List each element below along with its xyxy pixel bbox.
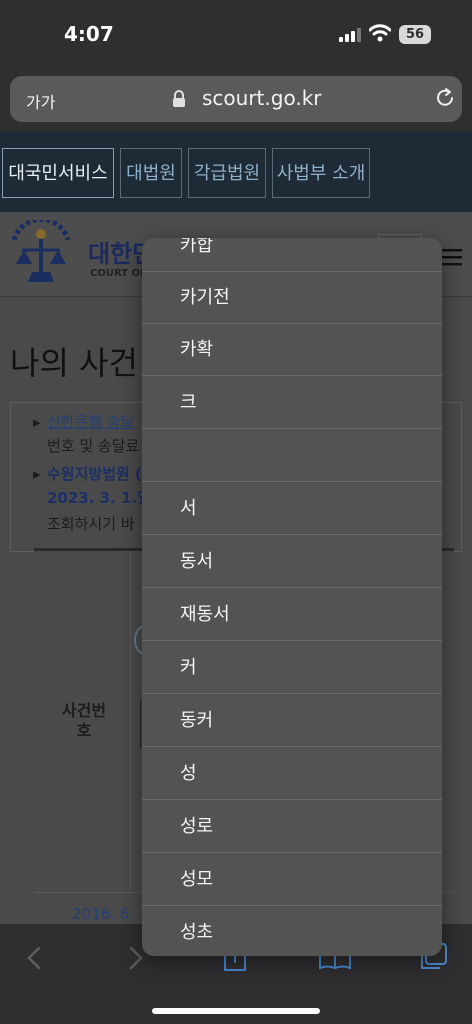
cellular-signal-icon [339, 28, 361, 42]
reload-icon[interactable] [434, 87, 456, 109]
picker-popup: 카합 카기전 카확 크 서 동서 재동서 커 동커 성 성로 성모 성초 [142, 238, 442, 956]
picker-option[interactable]: 성 [142, 748, 442, 800]
case-number-label: 사건번 호 [54, 701, 114, 741]
picker-option[interactable]: 카합 [142, 238, 442, 272]
address-bar[interactable]: 가가 scourt.go.kr [10, 76, 462, 122]
wifi-icon [369, 24, 391, 42]
back-arrow-icon[interactable] [26, 946, 42, 970]
form-divider [130, 551, 131, 891]
url-text[interactable]: scourt.go.kr [202, 86, 322, 110]
address-bar-area: 가가 scourt.go.kr [0, 70, 472, 132]
picker-option[interactable]: 카기전 [142, 272, 442, 324]
status-bar: 4:07 56 [0, 0, 472, 70]
home-indicator [152, 1008, 320, 1014]
notice-text: 번호 및 송달료 [47, 437, 140, 455]
notice-bullet: ▸ [33, 465, 41, 483]
case-number-label-line: 호 [76, 721, 92, 740]
text-size-button[interactable]: 가가 [26, 89, 55, 113]
court-emblem-icon[interactable] [6, 220, 76, 292]
nav-tab-courts[interactable]: 각급법원 [188, 148, 266, 198]
nav-tab-citizen-services[interactable]: 대국민서비스 [2, 148, 114, 198]
notice-link-shinhan[interactable]: 신한은행 송달 [47, 411, 135, 432]
picker-option[interactable]: 성모 [142, 854, 442, 906]
nav-tab-judiciary-intro[interactable]: 사법부 소개 [272, 148, 370, 198]
battery-level: 56 [405, 27, 425, 42]
battery-icon: 56 [399, 25, 431, 44]
picker-option[interactable]: 커 [142, 642, 442, 694]
page-title: 나의 사건 [10, 344, 138, 382]
picker-option[interactable]: 성초 [142, 907, 442, 956]
bottom-notice-link[interactable]: 2016. 6. [72, 905, 134, 923]
site-nav: 대국민서비스 대법원 각급법원 사법부 소개 [0, 132, 472, 212]
case-number-label-line: 사건번 [61, 701, 107, 720]
notice-title-suwon[interactable]: 수원지방법원 ( [47, 463, 142, 484]
status-time: 4:07 [64, 22, 114, 46]
picker-option-empty[interactable] [142, 430, 442, 482]
site-brand-sub: COURT OF [90, 268, 147, 279]
picker-option[interactable]: 재동서 [142, 589, 442, 641]
picker-option[interactable]: 성로 [142, 801, 442, 853]
picker-option[interactable]: 동서 [142, 536, 442, 588]
notice-date: 2023. 3. 1.일 [47, 489, 151, 507]
notice-text: 조회하시기 바 [47, 515, 135, 533]
picker-option[interactable]: 카확 [142, 324, 442, 376]
picker-option[interactable]: 크 [142, 377, 442, 429]
nav-tab-supreme-court[interactable]: 대법원 [120, 148, 182, 198]
picker-option[interactable]: 서 [142, 483, 442, 535]
lock-icon [173, 90, 185, 107]
notice-bullet: ▸ [33, 413, 41, 431]
picker-option[interactable]: 동커 [142, 695, 442, 747]
